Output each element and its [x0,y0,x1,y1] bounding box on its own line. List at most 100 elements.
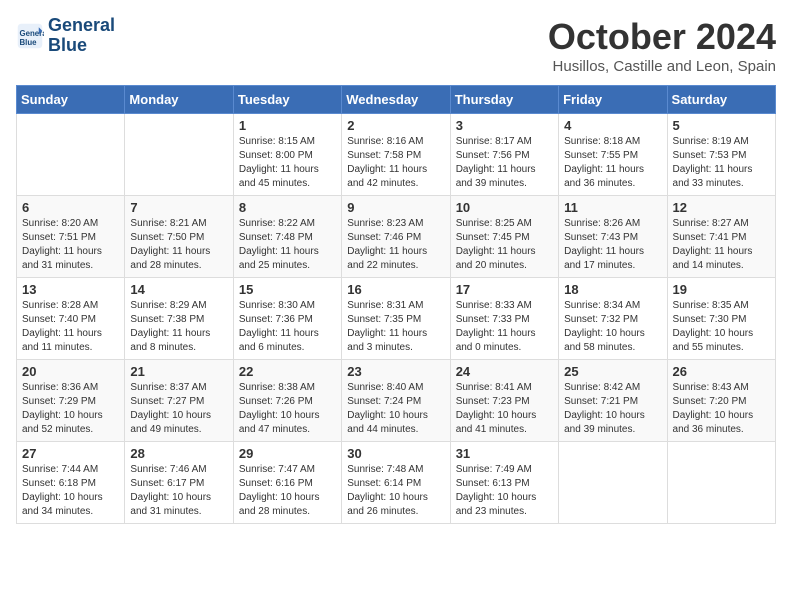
day-info: Sunrise: 7:44 AM Sunset: 6:18 PM Dayligh… [22,463,119,519]
day-info: Sunrise: 8:17 AM Sunset: 7:56 PM Dayligh… [456,135,553,191]
calendar-cell: 4 Sunrise: 8:18 AM Sunset: 7:55 PM Daylig… [559,114,667,196]
day-number: 1 [239,118,336,133]
day-number: 2 [347,118,444,133]
day-info: Sunrise: 8:42 AM Sunset: 7:21 PM Dayligh… [564,381,661,437]
day-number: 23 [347,364,444,379]
weekday-header-wednesday: Wednesday [342,86,450,114]
day-info: Sunrise: 8:33 AM Sunset: 7:33 PM Dayligh… [456,299,553,355]
day-number: 31 [456,446,553,461]
calendar-cell [125,114,233,196]
calendar-cell: 26Sunrise: 8:43 AM Sunset: 7:20 PM Dayli… [667,360,775,442]
calendar-cell: 27 Sunrise: 7:44 AM Sunset: 6:18 PM Dayli… [17,442,125,524]
day-info: Sunrise: 7:49 AM Sunset: 6:13 PM Dayligh… [456,463,553,519]
day-number: 20 [22,364,119,379]
calendar-cell: 29Sunrise: 7:47 AM Sunset: 6:16 PM Dayli… [233,442,341,524]
calendar-cell: 3 Sunrise: 8:17 AM Sunset: 7:56 PM Daylig… [450,114,558,196]
calendar-cell: 17 Sunrise: 8:33 AM Sunset: 7:33 PM Dayli… [450,278,558,360]
calendar-cell: 31 Sunrise: 7:49 AM Sunset: 6:13 PM Dayli… [450,442,558,524]
calendar-cell: 12Sunrise: 8:27 AM Sunset: 7:41 PM Dayli… [667,196,775,278]
day-info: Sunrise: 8:23 AM Sunset: 7:46 PM Dayligh… [347,217,444,273]
calendar-cell [17,114,125,196]
day-info: Sunrise: 8:19 AM Sunset: 7:53 PM Dayligh… [673,135,770,191]
day-info: Sunrise: 8:41 AM Sunset: 7:23 PM Dayligh… [456,381,553,437]
day-number: 30 [347,446,444,461]
weekday-header-friday: Friday [559,86,667,114]
day-info: Sunrise: 8:36 AM Sunset: 7:29 PM Dayligh… [22,381,119,437]
day-number: 27 [22,446,119,461]
weekday-header-sunday: Sunday [17,86,125,114]
day-number: 18 [564,282,661,297]
day-number: 28 [130,446,227,461]
calendar-cell: 1Sunrise: 8:15 AM Sunset: 8:00 PM Daylig… [233,114,341,196]
calendar-cell [667,442,775,524]
day-number: 29 [239,446,336,461]
calendar-cell: 24 Sunrise: 8:41 AM Sunset: 7:23 PM Dayli… [450,360,558,442]
day-info: Sunrise: 8:30 AM Sunset: 7:36 PM Dayligh… [239,299,336,355]
calendar-cell: 14Sunrise: 8:29 AM Sunset: 7:38 PM Dayli… [125,278,233,360]
calendar-cell: 18Sunrise: 8:34 AM Sunset: 7:32 PM Dayli… [559,278,667,360]
logo-text-line1: General [48,16,115,36]
week-row-5: 27 Sunrise: 7:44 AM Sunset: 6:18 PM Dayli… [17,442,776,524]
logo-icon: General Blue [16,22,44,50]
calendar-cell: 21 Sunrise: 8:37 AM Sunset: 7:27 PM Dayli… [125,360,233,442]
week-row-3: 13 Sunrise: 8:28 AM Sunset: 7:40 PM Dayli… [17,278,776,360]
weekday-header-tuesday: Tuesday [233,86,341,114]
month-title: October 2024 [548,16,776,58]
calendar-cell: 10Sunrise: 8:25 AM Sunset: 7:45 PM Dayli… [450,196,558,278]
logo: General Blue General Blue [16,16,115,56]
day-info: Sunrise: 8:31 AM Sunset: 7:35 PM Dayligh… [347,299,444,355]
weekday-header-saturday: Saturday [667,86,775,114]
day-info: Sunrise: 8:28 AM Sunset: 7:40 PM Dayligh… [22,299,119,355]
day-info: Sunrise: 8:35 AM Sunset: 7:30 PM Dayligh… [673,299,770,355]
day-number: 22 [239,364,336,379]
calendar-cell: 23 Sunrise: 8:40 AM Sunset: 7:24 PM Dayli… [342,360,450,442]
calendar-cell: 28 Sunrise: 7:46 AM Sunset: 6:17 PM Dayli… [125,442,233,524]
day-info: Sunrise: 8:26 AM Sunset: 7:43 PM Dayligh… [564,217,661,273]
day-number: 4 [564,118,661,133]
day-info: Sunrise: 8:37 AM Sunset: 7:27 PM Dayligh… [130,381,227,437]
calendar-cell [559,442,667,524]
day-info: Sunrise: 8:40 AM Sunset: 7:24 PM Dayligh… [347,381,444,437]
title-area: October 2024 Husillos, Castille and Leon… [548,16,776,75]
day-number: 13 [22,282,119,297]
day-number: 5 [673,118,770,133]
day-number: 11 [564,200,661,215]
calendar-cell: 13 Sunrise: 8:28 AM Sunset: 7:40 PM Dayli… [17,278,125,360]
day-number: 3 [456,118,553,133]
day-info: Sunrise: 8:16 AM Sunset: 7:58 PM Dayligh… [347,135,444,191]
day-info: Sunrise: 8:29 AM Sunset: 7:38 PM Dayligh… [130,299,227,355]
calendar-cell: 22Sunrise: 8:38 AM Sunset: 7:26 PM Dayli… [233,360,341,442]
day-number: 16 [347,282,444,297]
day-number: 8 [239,200,336,215]
weekday-header-row: SundayMondayTuesdayWednesdayThursdayFrid… [17,86,776,114]
day-number: 21 [130,364,227,379]
day-info: Sunrise: 8:21 AM Sunset: 7:50 PM Dayligh… [130,217,227,273]
calendar-cell: 8Sunrise: 8:22 AM Sunset: 7:48 PM Daylig… [233,196,341,278]
day-number: 17 [456,282,553,297]
calendar-cell: 2 Sunrise: 8:16 AM Sunset: 7:58 PM Daylig… [342,114,450,196]
day-info: Sunrise: 7:46 AM Sunset: 6:17 PM Dayligh… [130,463,227,519]
calendar-cell: 9 Sunrise: 8:23 AM Sunset: 7:46 PM Daylig… [342,196,450,278]
day-number: 19 [673,282,770,297]
day-number: 25 [564,364,661,379]
day-info: Sunrise: 8:27 AM Sunset: 7:41 PM Dayligh… [673,217,770,273]
day-info: Sunrise: 8:18 AM Sunset: 7:55 PM Dayligh… [564,135,661,191]
location-title: Husillos, Castille and Leon, Spain [548,58,776,75]
week-row-1: 1Sunrise: 8:15 AM Sunset: 8:00 PM Daylig… [17,114,776,196]
weekday-header-monday: Monday [125,86,233,114]
week-row-2: 6Sunrise: 8:20 AM Sunset: 7:51 PM Daylig… [17,196,776,278]
day-number: 7 [130,200,227,215]
day-number: 26 [673,364,770,379]
calendar-cell: 7 Sunrise: 8:21 AM Sunset: 7:50 PM Daylig… [125,196,233,278]
day-number: 6 [22,200,119,215]
day-number: 9 [347,200,444,215]
calendar-cell: 16 Sunrise: 8:31 AM Sunset: 7:35 PM Dayli… [342,278,450,360]
day-number: 15 [239,282,336,297]
calendar-cell: 15 Sunrise: 8:30 AM Sunset: 7:36 PM Dayli… [233,278,341,360]
weekday-header-thursday: Thursday [450,86,558,114]
day-number: 24 [456,364,553,379]
calendar-cell: 5 Sunrise: 8:19 AM Sunset: 7:53 PM Daylig… [667,114,775,196]
calendar-cell: 6Sunrise: 8:20 AM Sunset: 7:51 PM Daylig… [17,196,125,278]
calendar-cell: 25 Sunrise: 8:42 AM Sunset: 7:21 PM Dayli… [559,360,667,442]
week-row-4: 20 Sunrise: 8:36 AM Sunset: 7:29 PM Dayli… [17,360,776,442]
